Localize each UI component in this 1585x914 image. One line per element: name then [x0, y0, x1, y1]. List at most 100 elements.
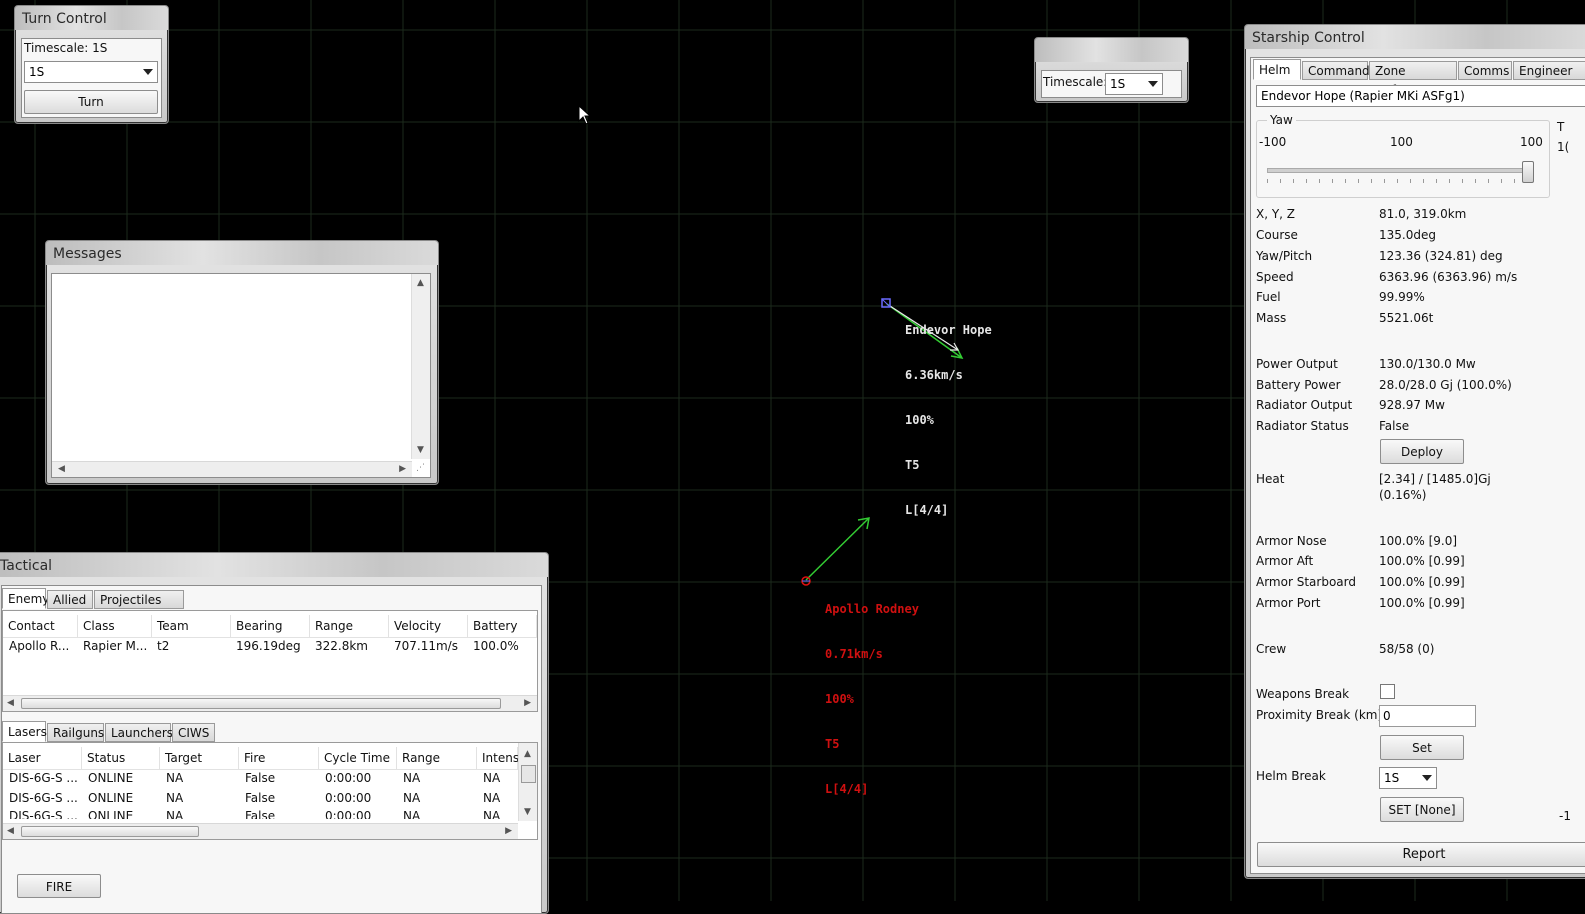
tab-enemy[interactable]: Enemy: [2, 588, 49, 609]
stat-value: 6363.96 (6363.96) m/s: [1379, 270, 1518, 284]
power-label: Radiator Status: [1256, 419, 1349, 433]
table-row[interactable]: Apollo R... Rapier M... t2 196.19deg 322…: [3, 639, 537, 657]
column-header[interactable]: Laser: [3, 747, 82, 769]
power-value: 928.97 Mw: [1379, 398, 1445, 412]
yaw-slider-track[interactable]: [1267, 168, 1529, 173]
window-title[interactable]: Starship Control: [1245, 25, 1585, 49]
column-header[interactable]: Contact: [3, 615, 78, 637]
timescale-label: Timescale: 1S: [24, 41, 108, 55]
report-button[interactable]: Report: [1257, 842, 1585, 867]
contacts-table: Contact Class Team Bearing Range Velocit…: [2, 610, 538, 712]
timescale-select[interactable]: 1S: [24, 61, 158, 83]
contacts-hscroll[interactable]: ◀ ▶: [3, 695, 537, 711]
window-title[interactable]: Tactical: [0, 553, 548, 577]
messages-vscroll[interactable]: ▲ ▼: [411, 274, 430, 459]
column-header[interactable]: Target: [160, 747, 239, 769]
helm-break-label: Helm Break: [1256, 769, 1326, 783]
map-label-endevor-hope[interactable]: Endevor Hope 6.36km/s 100% T5 L[4/4]: [905, 293, 992, 533]
messages-hscroll[interactable]: ◀ ▶: [52, 461, 412, 477]
map-label-apollo-rodney[interactable]: Apollo Rodney 0.71km/s 100% T5 L[4/4]: [825, 572, 919, 812]
resize-grip-icon[interactable]: ⋰: [416, 463, 428, 475]
laser-name: DIS-6G-S ...: [9, 809, 78, 819]
contact-team: t2: [157, 639, 170, 653]
laser-name: DIS-6G-S ...: [9, 791, 78, 805]
scroll-thumb[interactable]: [21, 826, 199, 837]
column-header[interactable]: Range: [397, 747, 477, 769]
laser-intensity: NA: [483, 771, 501, 785]
table-row[interactable]: DIS-6G-S ... ONLINE NA False 0:00:00 NA …: [3, 771, 518, 789]
scroll-right-icon[interactable]: ▶: [524, 698, 531, 708]
scroll-left-icon[interactable]: ◀: [7, 826, 14, 836]
proximity-break-input[interactable]: 0: [1379, 705, 1476, 727]
messages-log[interactable]: ▲ ▼ ◀ ▶ ⋰: [51, 273, 431, 478]
scroll-right-icon[interactable]: ▶: [505, 826, 512, 836]
weapons-break-checkbox[interactable]: [1380, 684, 1395, 699]
fire-button[interactable]: FIRE: [17, 874, 101, 898]
timescale-label: Timescale:: [1043, 75, 1108, 89]
column-header[interactable]: Velocity: [389, 615, 468, 637]
lasers-table: Laser Status Target Fire Cycle Time Rang…: [2, 742, 538, 840]
stat-value: 135.0deg: [1379, 228, 1436, 242]
column-header[interactable]: Intens: [477, 747, 519, 769]
turn-button[interactable]: Turn: [24, 90, 158, 114]
tab-launchers[interactable]: Launchers: [105, 723, 173, 742]
scroll-thumb[interactable]: [521, 765, 536, 783]
scroll-right-icon[interactable]: ▶: [399, 464, 406, 474]
lasers-hscroll[interactable]: ◀ ▶: [3, 823, 518, 839]
scroll-down-icon[interactable]: ▼: [524, 807, 531, 817]
set-none-button[interactable]: SET [None]: [1380, 797, 1464, 822]
column-header[interactable]: Team: [152, 615, 231, 637]
scroll-left-icon[interactable]: ◀: [7, 698, 14, 708]
deploy-button[interactable]: Deploy: [1380, 439, 1464, 464]
tab-projectiles[interactable]: Projectiles (0): [94, 590, 184, 626]
scroll-left-icon[interactable]: ◀: [58, 464, 65, 474]
yaw-tick: [1410, 179, 1411, 183]
laser-cycle-time: 0:00:00: [325, 791, 372, 805]
power-value: False: [1379, 419, 1410, 433]
tab-comms[interactable]: Comms: [1458, 61, 1512, 80]
window-title-bar[interactable]: [1035, 38, 1188, 62]
tab-lasers[interactable]: Lasers: [2, 721, 47, 742]
scroll-thumb[interactable]: [21, 698, 501, 709]
yaw-tick: [1423, 179, 1424, 183]
lasers-vscroll[interactable]: ▲ ▼: [518, 743, 537, 821]
column-header[interactable]: Battery: [468, 615, 537, 637]
tab-ciws[interactable]: CIWS: [172, 723, 215, 742]
starship-panel: Helm Command Zone Defense Comms Engineer…: [1250, 57, 1585, 874]
scroll-up-icon[interactable]: ▲: [417, 278, 424, 288]
table-row[interactable]: DIS-6G-S ... ONLINE NA False 0:00:00 NA …: [3, 809, 518, 819]
column-header[interactable]: Cycle Time: [319, 747, 397, 769]
column-header[interactable]: Bearing: [231, 615, 310, 637]
chevron-down-icon: [1148, 81, 1158, 87]
window-title[interactable]: Messages: [46, 241, 438, 265]
column-header[interactable]: Class: [78, 615, 152, 637]
ship-team: T5: [905, 458, 920, 472]
tab-helm[interactable]: Helm: [1253, 59, 1301, 80]
laser-range: NA: [403, 771, 421, 785]
power-label: Radiator Output: [1256, 398, 1353, 412]
column-header[interactable]: Range: [310, 615, 389, 637]
tab-zone-defense[interactable]: Zone Defense: [1369, 61, 1457, 97]
set-button[interactable]: Set: [1380, 735, 1464, 760]
timescale-select[interactable]: 1S: [1105, 73, 1163, 95]
tab-allied[interactable]: Allied: [47, 590, 93, 609]
yaw-tick: [1475, 179, 1476, 183]
scroll-down-icon[interactable]: ▼: [417, 445, 424, 455]
yaw-slider-thumb[interactable]: [1522, 161, 1534, 183]
laser-status: ONLINE: [88, 771, 134, 785]
column-header[interactable]: Status: [82, 747, 160, 769]
ship-select[interactable]: Endevor Hope (Rapier MKi ASFg1): [1256, 85, 1585, 107]
laser-status: ONLINE: [88, 791, 134, 805]
window-title[interactable]: Turn Control: [15, 6, 168, 30]
helm-break-select[interactable]: 1S: [1379, 767, 1437, 789]
yaw-tick: [1501, 179, 1502, 183]
yaw-tick: [1514, 179, 1515, 183]
tab-railguns[interactable]: Railguns: [47, 723, 104, 742]
chevron-down-icon: [1422, 775, 1432, 781]
column-header[interactable]: Fire: [239, 747, 319, 769]
turn-control-panel: Timescale: 1S 1S Turn: [21, 38, 162, 118]
table-row[interactable]: DIS-6G-S ... ONLINE NA False 0:00:00 NA …: [3, 791, 518, 809]
tab-command[interactable]: Command: [1302, 61, 1370, 80]
scroll-up-icon[interactable]: ▲: [524, 749, 531, 759]
tab-engineer[interactable]: Engineer: [1513, 61, 1585, 80]
